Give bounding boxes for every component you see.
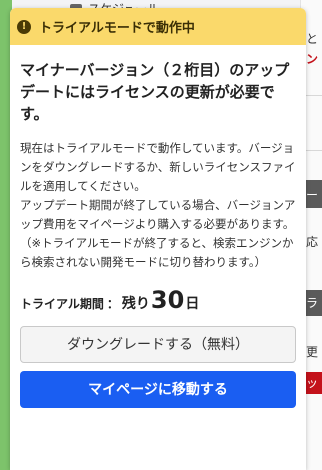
background-text-fragment: 応 bbox=[306, 235, 319, 249]
background-text-fragment: 更 bbox=[306, 345, 319, 359]
trial-period-separator: ： bbox=[106, 297, 119, 311]
background-text-fragment: ッ bbox=[306, 376, 319, 390]
body-paragraph: アップデート期間が終了している場合、バージョンアップ費用をマイページより購入する… bbox=[20, 198, 296, 269]
background-text-fragment: ン bbox=[306, 52, 319, 66]
trial-period-label: トライアル期間 bbox=[20, 297, 104, 311]
remaining-label: 残り bbox=[121, 296, 150, 312]
dialog-title: マイナーバージョン（２桁目）のアップデートにはライセンスの更新が必要です。 bbox=[20, 61, 290, 123]
banner-text: トライアルモードで動作中 bbox=[39, 21, 195, 36]
downgrade-button[interactable]: ダウングレードする（無料） bbox=[20, 326, 296, 363]
background-text-fragment: と bbox=[306, 32, 319, 46]
dialog-body: 現在はトライアルモードで動作しています。バージョンをダウングレードするか、新しい… bbox=[20, 139, 296, 272]
exclamation-icon: ! bbox=[17, 19, 31, 34]
trial-period: トライアル期間 ： 残り 30 日 bbox=[20, 286, 296, 314]
background-text-fragment: ラ bbox=[306, 296, 319, 310]
remaining-days: 30 bbox=[150, 286, 185, 314]
dialog-content: マイナーバージョン（２桁目）のアップデートにはライセンスの更新が必要です。 現在… bbox=[10, 45, 306, 408]
trial-mode-dialog: ! トライアルモードで動作中 マイナーバージョン（２桁目）のアップデートにはライ… bbox=[10, 8, 306, 470]
days-unit: 日 bbox=[185, 296, 200, 312]
mypage-button[interactable]: マイページに移動する bbox=[20, 371, 296, 408]
trial-mode-banner: ! トライアルモードで動作中 bbox=[10, 8, 306, 45]
body-paragraph: 現在はトライアルモードで動作しています。バージョンをダウングレードするか、新しい… bbox=[20, 141, 296, 193]
background-text-fragment: ー bbox=[306, 188, 319, 202]
